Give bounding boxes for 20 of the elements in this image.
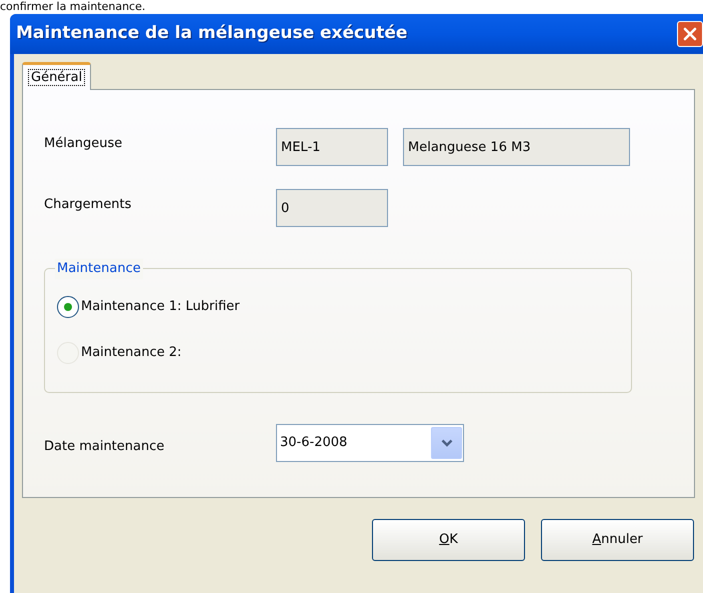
- read-only-field: 0: [276, 189, 388, 227]
- field-label: Date maintenance: [44, 438, 166, 456]
- date-picker[interactable]: 30-6-2008: [276, 424, 464, 462]
- caption-text: confirmer la maintenance.: [0, 0, 146, 14]
- window-title: Maintenance de la mélangeuse exécutée: [16, 22, 408, 46]
- radio-label: Maintenance 1: Lubrifier: [81, 298, 240, 316]
- chevron-down-icon: [440, 439, 452, 447]
- field-label: Mélangeuse: [44, 135, 124, 154]
- dialog-button[interactable]: OK: [372, 519, 525, 561]
- dropdown-button[interactable]: [431, 427, 462, 459]
- field-label: Chargements: [44, 196, 132, 214]
- close-icon: [682, 26, 698, 42]
- tab[interactable]: Général: [22, 62, 92, 90]
- close-button[interactable]: [677, 21, 703, 47]
- read-only-field: MEL-1: [276, 128, 388, 166]
- dialog-button[interactable]: Annuler: [541, 519, 694, 561]
- group-title: Maintenance: [55, 259, 143, 278]
- read-only-field: Melanguese 16 M3: [403, 128, 630, 166]
- radio-button[interactable]: [57, 296, 79, 318]
- radio-label: Maintenance 2:: [81, 344, 182, 362]
